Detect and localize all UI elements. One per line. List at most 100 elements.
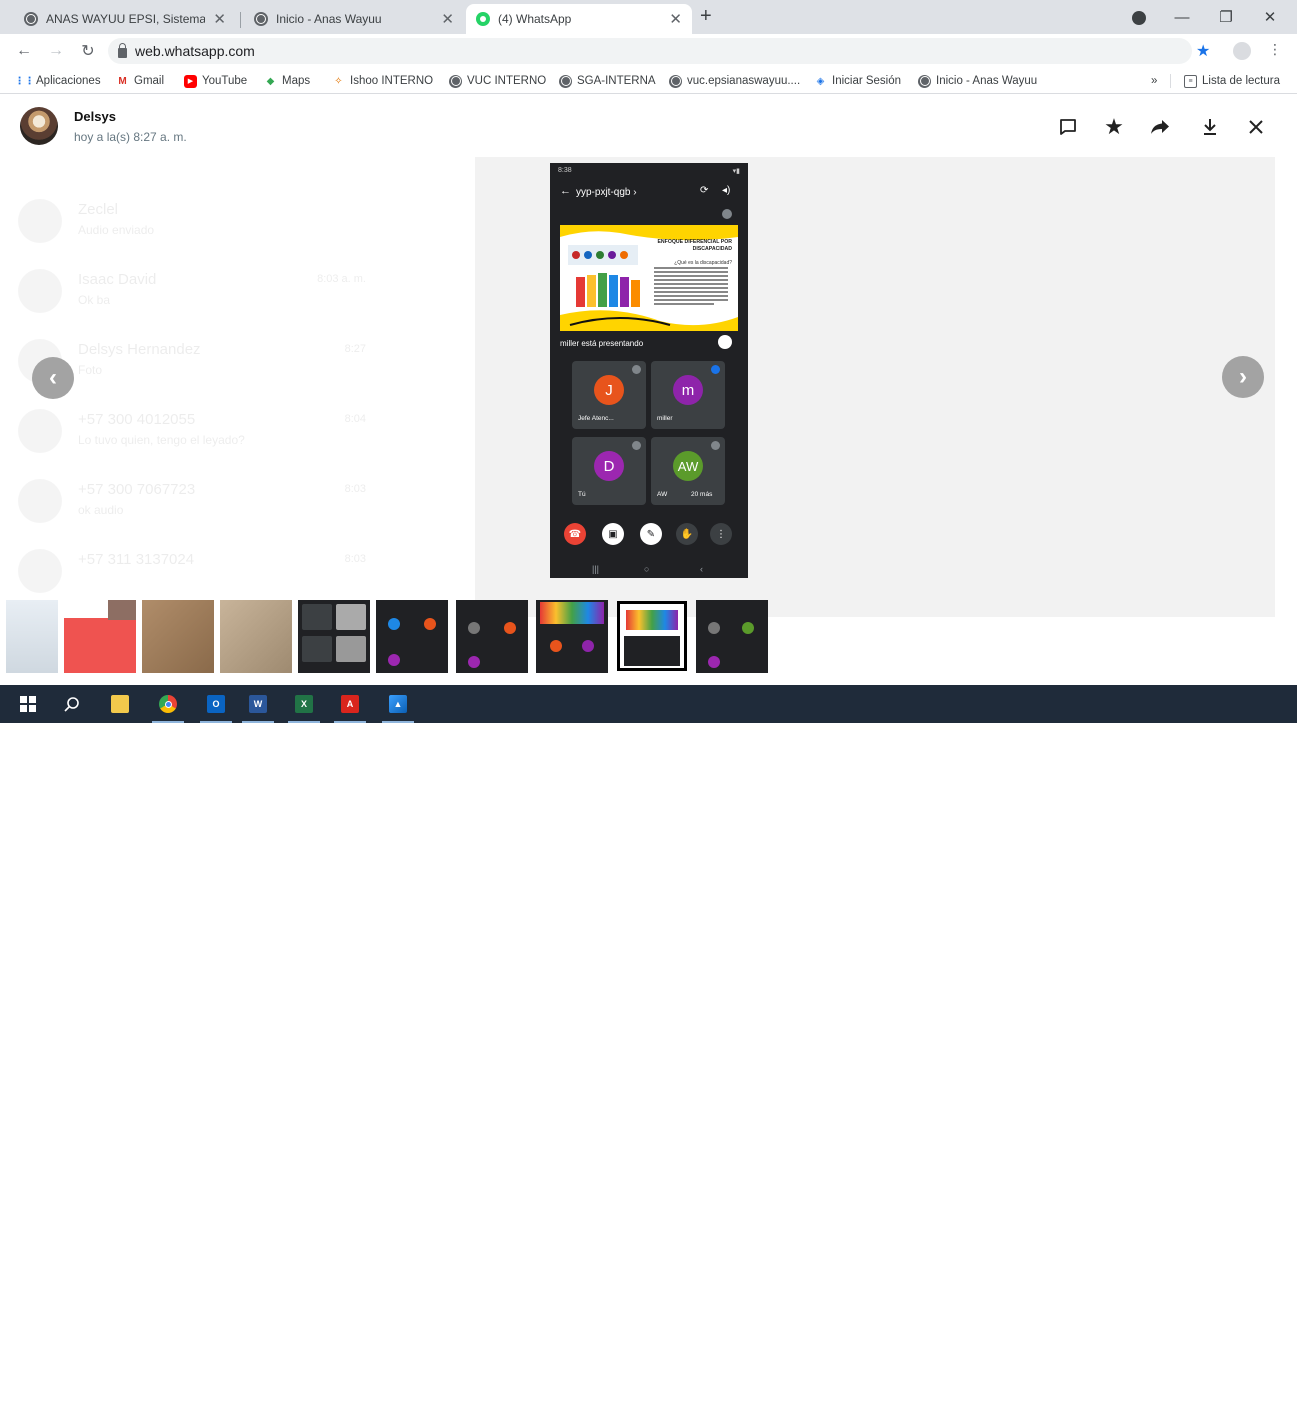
media-thumbnail-selected[interactable] bbox=[617, 601, 687, 671]
outlook-taskbar-button[interactable]: O bbox=[194, 685, 238, 723]
media-thumbnail[interactable] bbox=[456, 600, 528, 673]
word-taskbar-button[interactable]: W bbox=[236, 685, 280, 723]
participant-name: Jefe Atenc... bbox=[578, 415, 614, 422]
search-button[interactable] bbox=[50, 685, 94, 723]
bookmark-aplicaciones[interactable]: ⋮⋮ Aplicaciones bbox=[14, 72, 101, 90]
more-bookmarks-button[interactable]: » bbox=[1151, 72, 1157, 90]
media-thumbnail[interactable] bbox=[220, 600, 292, 673]
globe-icon bbox=[559, 74, 572, 88]
close-window-button[interactable]: ✕ bbox=[1250, 0, 1290, 34]
maps-icon: ◆ bbox=[266, 75, 275, 87]
media-thumbnail[interactable] bbox=[376, 600, 448, 673]
profile-sync-icon[interactable] bbox=[1132, 11, 1146, 25]
restore-button[interactable]: ❐ bbox=[1206, 0, 1246, 34]
notifications-icon[interactable] bbox=[1254, 1379, 1268, 1395]
participant-name: AW bbox=[657, 491, 668, 498]
recents-nav-icon: ||| bbox=[592, 564, 600, 574]
new-tab-button[interactable]: + bbox=[700, 5, 712, 28]
media-thumbnail[interactable] bbox=[298, 600, 370, 673]
acrobat-taskbar-button[interactable]: A bbox=[328, 685, 372, 723]
previous-media-button[interactable]: ‹ bbox=[32, 357, 74, 399]
close-tab-icon[interactable]: ✕ bbox=[441, 10, 454, 28]
browser-toolbar: ← → ↻ web.whatsapp.com ★ ⋮ bbox=[0, 34, 1297, 68]
minimize-button[interactable]: — bbox=[1162, 0, 1202, 34]
close-tab-icon[interactable]: ✕ bbox=[669, 10, 682, 28]
forward-button[interactable]: → bbox=[44, 39, 68, 63]
avatar[interactable] bbox=[20, 107, 58, 145]
avatar bbox=[18, 269, 62, 313]
reading-list-button[interactable]: ≡ Lista de lectura bbox=[1184, 72, 1280, 90]
media-thumbnail[interactable] bbox=[142, 600, 214, 673]
gmail-icon: M bbox=[118, 75, 127, 87]
onedrive-icon[interactable]: ☁ bbox=[1054, 1382, 1065, 1395]
participant-tile: J Jefe Atenc... bbox=[572, 361, 646, 429]
bookmark-vuc-epsianaswayuu[interactable]: vuc.epsianaswayuu.... bbox=[669, 72, 800, 90]
chat-preview: Audio enviado bbox=[78, 223, 155, 237]
chat-name: Isaac David bbox=[78, 271, 157, 288]
start-button[interactable] bbox=[6, 685, 50, 723]
bookmark-sga-interna[interactable]: SGA-INTERNA bbox=[559, 72, 656, 90]
tab-anas-wayuu-epsi[interactable]: ANAS WAYUU EPSI, Sistema de G ✕ bbox=[14, 4, 236, 34]
mic-off-icon bbox=[632, 365, 641, 374]
tab-whatsapp[interactable]: (4) WhatsApp ✕ bbox=[466, 4, 692, 34]
next-media-button[interactable]: › bbox=[1222, 356, 1264, 398]
network-icon[interactable]: ▭ bbox=[1098, 1382, 1108, 1395]
show-hidden-icons-button[interactable]: ^ bbox=[1036, 1382, 1041, 1394]
raise-hand-icon: ✋ bbox=[676, 523, 698, 545]
volume-icon[interactable]: ◂) bbox=[1120, 1382, 1129, 1395]
forward-icon[interactable] bbox=[1146, 113, 1174, 141]
star-icon[interactable]: ★ bbox=[1100, 113, 1128, 141]
bookmark-maps[interactable]: ◆ Maps bbox=[264, 72, 310, 90]
bookmark-vuc-interno[interactable]: VUC INTERNO bbox=[449, 72, 546, 90]
browser-tab-strip: ANAS WAYUU EPSI, Sistema de G ✕ Inicio -… bbox=[0, 0, 1297, 34]
chat-time: 8:27 bbox=[344, 343, 366, 355]
globe-icon bbox=[669, 74, 682, 88]
security-icon[interactable]: ✱ bbox=[1076, 1382, 1085, 1395]
file-explorer-button[interactable] bbox=[98, 685, 142, 723]
apps-grid-icon: ⋮⋮ bbox=[14, 75, 35, 87]
mic-off-icon bbox=[711, 441, 720, 450]
photos-taskbar-button[interactable]: ▲ bbox=[376, 685, 420, 723]
bookmark-label: vuc.epsianaswayuu.... bbox=[687, 75, 801, 87]
download-icon[interactable] bbox=[1196, 113, 1224, 141]
close-tab-icon[interactable]: ✕ bbox=[213, 10, 226, 28]
media-thumbnail[interactable] bbox=[536, 600, 608, 673]
background-chat-item: +57 300 4012055 Lo tuvo quien, tengo el … bbox=[18, 401, 378, 457]
clock-date[interactable]: 6/10/2021 bbox=[1184, 1391, 1233, 1403]
bookmark-iniciar-sesion[interactable]: ◈ Iniciar Sesión bbox=[814, 72, 901, 90]
reading-list-label: Lista de lectura bbox=[1202, 75, 1280, 87]
profile-avatar[interactable] bbox=[1233, 42, 1251, 60]
media-image-meet-screenshot: 8:38 ▾▮ ← yyp-pxjt-qgb › ⟳ ◂) ENFOQUE DI… bbox=[550, 163, 748, 578]
back-button[interactable]: ← bbox=[12, 39, 36, 63]
tab-inicio-anas-wayuu[interactable]: Inicio - Anas Wayuu ✕ bbox=[244, 4, 464, 34]
close-icon[interactable] bbox=[1242, 113, 1270, 141]
bookmark-inicio-anas-wayuu[interactable]: Inicio - Anas Wayuu bbox=[918, 72, 1037, 90]
chrome-menu-icon[interactable]: ⋮ bbox=[1268, 41, 1282, 58]
bookmark-star-icon[interactable]: ★ bbox=[1196, 41, 1210, 61]
bookmark-ishoo[interactable]: ✧ Ishoo INTERNO bbox=[332, 72, 433, 90]
presentation-slide: ENFOQUE DIFERENCIAL POR DISCAPACIDAD ¿Qu… bbox=[560, 225, 738, 331]
participant-avatar: D bbox=[594, 451, 624, 481]
chat-time: 8:03 a. m. bbox=[317, 273, 366, 285]
address-bar[interactable]: web.whatsapp.com bbox=[108, 38, 1192, 64]
url-text: web.whatsapp.com bbox=[135, 43, 255, 59]
media-thumbnail[interactable] bbox=[6, 600, 58, 673]
sender-name: Delsys bbox=[74, 109, 116, 124]
mic-off-icon: ✎ bbox=[640, 523, 662, 545]
reload-button[interactable]: ↻ bbox=[76, 39, 100, 63]
clock-time[interactable]: 8:29 a. m. bbox=[1184, 1376, 1233, 1388]
chrome-taskbar-button[interactable] bbox=[146, 685, 190, 723]
media-thumbnail[interactable] bbox=[64, 600, 136, 673]
pin-icon bbox=[718, 335, 732, 349]
tab-title: Inicio - Anas Wayuu bbox=[276, 12, 382, 26]
background-chat-item: +57 311 3137024 8:03 bbox=[18, 541, 378, 597]
media-thumbnail[interactable] bbox=[696, 600, 768, 673]
outlook-icon: O bbox=[207, 695, 225, 713]
bookmark-gmail[interactable]: M Gmail bbox=[116, 72, 164, 90]
bookmark-youtube[interactable]: ▶ YouTube bbox=[184, 72, 247, 90]
excel-taskbar-button[interactable]: X bbox=[282, 685, 326, 723]
tab-title: (4) WhatsApp bbox=[498, 12, 572, 26]
input-language[interactable]: ESP bbox=[1148, 1382, 1170, 1394]
comment-icon[interactable] bbox=[1054, 113, 1082, 141]
participant-avatar: m bbox=[673, 375, 703, 405]
